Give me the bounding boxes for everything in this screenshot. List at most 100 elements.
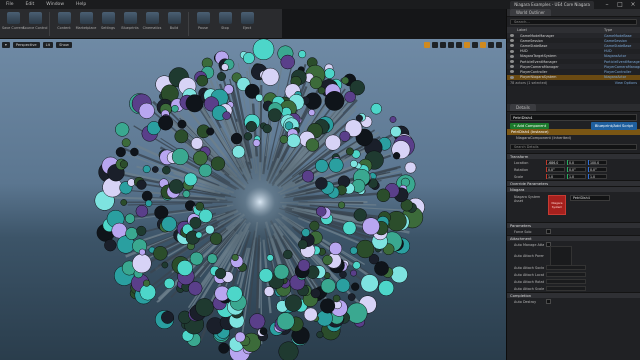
force-solo-checkbox[interactable]: [546, 229, 551, 234]
close-icon[interactable]: ×: [629, 1, 637, 8]
rotation-z-field[interactable]: 0.0°: [588, 167, 607, 172]
component-row[interactable]: NiagaraComponent (Inherited): [507, 135, 640, 141]
list-item[interactable]: PlayerCameraManager PlayerCameraManager: [507, 64, 640, 70]
outliner-search-input[interactable]: Search...: [510, 19, 637, 25]
world-local-icon[interactable]: [448, 41, 454, 48]
details-search-input[interactable]: Search Details: [510, 144, 637, 150]
niagara-asset-combo[interactable]: PetriDish4: [570, 195, 610, 201]
angle-size-icon[interactable]: [480, 41, 486, 48]
blueprints-button[interactable]: Blueprints: [119, 12, 141, 39]
particle-ball: [161, 216, 177, 232]
build-button[interactable]: Build: [163, 12, 185, 39]
pause-button[interactable]: Pause: [192, 12, 214, 39]
auto-attach-scale-combo[interactable]: [546, 286, 586, 291]
viewport-options-button[interactable]: ▾: [2, 41, 10, 48]
scale-tool-icon[interactable]: [440, 41, 446, 48]
particle-ball: [232, 145, 246, 159]
rotate-tool-icon[interactable]: [432, 41, 438, 48]
level-title-tab[interactable]: Niagara Examples - UE4 Core Niagara: [510, 1, 594, 9]
visibility-eye-icon[interactable]: [510, 65, 514, 69]
scale-y-field[interactable]: 1.0: [567, 174, 586, 179]
particle-ball: [243, 132, 253, 141]
auto-attach-socket-field[interactable]: [546, 265, 586, 270]
list-item[interactable]: HUD HUD: [507, 49, 640, 54]
minimize-icon[interactable]: –: [603, 1, 611, 8]
particle-ball: [189, 251, 204, 266]
snap-grid-icon[interactable]: [456, 41, 462, 48]
blueprint-script-button[interactable]: Blueprint/Add Script: [590, 121, 637, 130]
visibility-eye-icon[interactable]: [510, 39, 514, 43]
visibility-eye-icon[interactable]: [510, 70, 514, 74]
auto-attach-location-combo[interactable]: [546, 272, 586, 277]
particle-ball: [324, 68, 335, 79]
menu-window[interactable]: Window: [40, 2, 70, 7]
scale-x-field[interactable]: 1.0: [546, 174, 565, 179]
particle-ball: [151, 166, 159, 173]
auto-attach-rotation-combo[interactable]: [546, 279, 586, 284]
list-item[interactable]: PlayerController PlayerController: [507, 69, 640, 74]
eject-button[interactable]: Eject: [236, 12, 258, 39]
menu-help[interactable]: Help: [70, 2, 92, 7]
particle-ball: [218, 342, 230, 354]
particle-ball: [168, 179, 184, 194]
auto-destroy-checkbox[interactable]: [546, 299, 551, 304]
list-item-selected[interactable]: PlayerNiagaraSystem NiagaraActor: [507, 74, 640, 80]
view-options-button[interactable]: View Options: [615, 81, 637, 85]
list-item[interactable]: GameStateBase GameStateBase: [507, 43, 640, 49]
maximize-viewport-icon[interactable]: [496, 41, 502, 48]
translate-tool-icon[interactable]: [424, 41, 430, 48]
particle-ball: [298, 239, 308, 250]
camera-speed-icon[interactable]: [488, 41, 494, 48]
visibility-eye-icon[interactable]: [510, 75, 514, 79]
particle-ball: [286, 133, 301, 148]
rotation-y-field[interactable]: 0.0°: [567, 167, 586, 172]
rotation-x-field[interactable]: 0.0°: [546, 167, 565, 172]
viewport-mode-button[interactable]: Perspective: [12, 41, 40, 48]
save-button[interactable]: Save Current: [2, 12, 24, 39]
details-tab[interactable]: Details: [510, 104, 536, 111]
auto-attach-parent-picker[interactable]: [550, 246, 572, 266]
cinematics-button[interactable]: Cinematics: [141, 12, 163, 39]
world-outliner-tab[interactable]: World Outliner: [510, 9, 551, 16]
outliner-col-type[interactable]: Type: [604, 28, 640, 32]
menu-edit[interactable]: Edit: [20, 2, 41, 7]
marketplace-button[interactable]: Marketplace: [75, 12, 97, 39]
grid-size-icon[interactable]: [464, 41, 470, 48]
particle-ball: [221, 63, 229, 71]
particle-ball: [141, 190, 153, 202]
location-x-field[interactable]: -686.0: [546, 160, 565, 165]
list-item[interactable]: GameSession GameSession: [507, 38, 640, 43]
actor-label: PlayerCameraManager: [520, 64, 559, 69]
menu-file[interactable]: File: [0, 2, 20, 7]
niagara-system-thumbnail[interactable]: Niagara System: [548, 195, 566, 215]
particle-ball: [322, 254, 333, 266]
source-control-button[interactable]: Source Control: [23, 12, 48, 39]
particle-ball: [190, 137, 204, 150]
particle-ball: [231, 253, 239, 262]
actor-name-input[interactable]: PetriDish4: [510, 113, 637, 121]
visibility-eye-icon[interactable]: [510, 44, 514, 48]
add-component-button[interactable]: + Add Component: [510, 122, 550, 129]
level-viewport[interactable]: ▾ Perspective Lit Show: [0, 39, 506, 360]
list-item[interactable]: NiagaraTargetSystem NiagaraActor: [507, 53, 640, 59]
particle-ball: [345, 147, 354, 156]
viewport-lit-button[interactable]: Lit: [42, 41, 54, 48]
viewport-show-button[interactable]: Show: [56, 41, 72, 48]
location-z-field[interactable]: 100.0: [588, 160, 607, 165]
scale-z-field[interactable]: 1.0: [588, 174, 607, 179]
visibility-eye-icon[interactable]: [510, 60, 514, 64]
eject-icon: [240, 12, 254, 24]
list-item[interactable]: ParticleEventManager ParticleEventManager: [507, 59, 640, 64]
snap-angle-icon[interactable]: [472, 41, 478, 48]
maximize-icon[interactable]: □: [616, 1, 624, 8]
settings-button[interactable]: Settings: [97, 12, 119, 39]
outliner-col-label[interactable]: Label: [517, 28, 527, 32]
location-y-field[interactable]: 0.0: [567, 160, 586, 165]
visibility-eye-icon[interactable]: [510, 49, 514, 53]
list-item[interactable]: GameModeManager GameModeBase: [507, 33, 640, 39]
particle-ball: [136, 179, 147, 190]
visibility-eye-icon[interactable]: [510, 34, 514, 38]
content-button[interactable]: Content: [53, 12, 75, 39]
stop-button[interactable]: Stop: [214, 12, 236, 39]
visibility-eye-icon[interactable]: [510, 54, 514, 58]
